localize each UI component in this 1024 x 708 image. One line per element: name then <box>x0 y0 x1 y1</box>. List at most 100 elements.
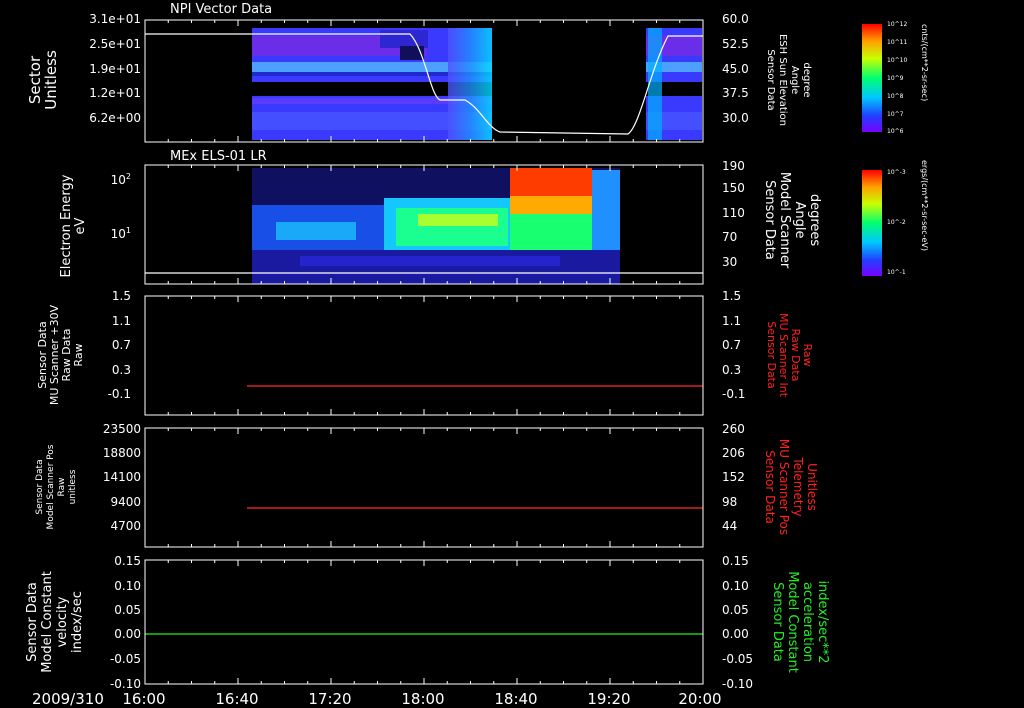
scanner-position-ytick-1: 18800 <box>103 446 141 460</box>
npi-ytick-4: 6.2e+00 <box>89 111 141 125</box>
npi-right-ticks: 60.0 52.5 45.0 37.5 30.0 <box>722 12 749 125</box>
scanner-position-ytick-3: 9400 <box>110 495 141 509</box>
model-constant-y2tick-0: 0.15 <box>722 554 749 568</box>
mu-voltage-ytick-1: 1.1 <box>112 314 131 328</box>
els-spectrogram <box>252 168 620 284</box>
model-constant-ytick-1: 0.10 <box>114 579 141 593</box>
time-tick-0: 16:00 <box>122 690 165 708</box>
els-y2label: Sensor Data Model Scanner Angle degrees <box>762 172 822 269</box>
model-constant-left-ticks: 0.15 0.10 0.05 0.00 -0.05 -0.10 <box>110 554 141 691</box>
npi-y2label-line-0: Sensor Data <box>765 49 776 110</box>
els-y2tick-3: 70 <box>722 230 737 244</box>
els-y2label-line-3: degrees <box>807 194 822 247</box>
time-tick-6: 20:00 <box>678 690 721 708</box>
npi-y2label-line-1: ESH Sun Elevation <box>777 34 788 126</box>
scanner-position-ytick-0: 23500 <box>103 422 141 436</box>
npi-colorbar-name: NF <box>867 16 876 24</box>
els-ylabel-line-1: eV <box>73 217 88 234</box>
axes-frame-scanner-position <box>144 427 704 548</box>
npi-ytick-1: 2.5e+01 <box>89 37 141 51</box>
npi-ytick-0: 3.1e+01 <box>89 12 141 26</box>
els-ytick-1: 101 <box>111 226 131 241</box>
model-constant-right-ticks: 0.15 0.10 0.05 0.00 -0.05 -0.10 <box>722 554 753 691</box>
scanner-position-ytick-2: 14100 <box>103 470 141 484</box>
els-y2tick-2: 110 <box>722 206 745 220</box>
els-colorbar-gradient <box>862 170 882 276</box>
scanner-position-y2tick-4: 44 <box>722 519 737 533</box>
panel-scanner-position: 23500 18800 14100 9400 4700 260 206 152 … <box>35 422 819 548</box>
mu-voltage-ylabel-line-3: Raw <box>72 343 85 366</box>
els-cb-tick-0: 10^-1 <box>887 269 906 276</box>
model-constant-ylabel-line-0: Sensor Data <box>25 582 40 662</box>
panel-model-constant: 0.15 0.10 0.05 0.00 -0.05 -0.10 0.15 0.1… <box>25 554 830 691</box>
npi-colorbar-gradient <box>862 24 882 132</box>
els-ytick-1-exp: 1 <box>126 226 131 235</box>
model-constant-ylabel-line-1: Model Constant <box>40 571 55 673</box>
scanner-position-y2label: Sensor Data MU Scanner Pos Telemetry Uni… <box>763 439 819 535</box>
mu-voltage-y2label-line-2: Raw Data <box>789 329 802 382</box>
model-constant-ylabel: Sensor Data Model Constant velocity inde… <box>25 571 85 673</box>
npi-cb-tick-4: 10^8 <box>887 93 904 100</box>
npi-y2tick-4: 30.0 <box>722 111 749 125</box>
npi-colorbar-units: cnts/(cm**2-sr-sec) <box>920 24 929 101</box>
mu-voltage-ytick-2: 0.7 <box>112 338 131 352</box>
mu-voltage-y2tick-3: 0.3 <box>722 363 741 377</box>
npi-cb-tick-1: 10^11 <box>887 39 907 46</box>
model-constant-y2label-line-0: Sensor Data <box>770 582 785 662</box>
time-tick-3: 18:00 <box>401 690 444 708</box>
time-tick-2: 17:20 <box>308 690 351 708</box>
model-constant-y2tick-2: 0.05 <box>722 603 749 617</box>
model-constant-y2label-line-1: Model Constant <box>785 571 800 673</box>
time-tick-4: 18:40 <box>494 690 537 708</box>
scanner-position-ylabel: Sensor Data Model Scanner Pos Raw unitle… <box>35 444 78 529</box>
npi-cb-tick-0: 10^12 <box>887 21 907 28</box>
scanner-position-y2label-line-1: MU Scanner Pos <box>777 439 791 535</box>
els-ytick-0: 102 <box>111 172 131 187</box>
panel-title-els: MEx ELS-01 LR <box>170 149 267 164</box>
els-ylabel-line-0: Electron Energy <box>59 174 74 277</box>
scanner-position-ylabel-line-1: Model Scanner Pos <box>46 444 56 529</box>
els-cb-tick-2: 10^-3 <box>887 169 906 176</box>
mu-voltage-ytick-3: 0.3 <box>112 363 131 377</box>
time-tick-1: 16:40 <box>215 690 258 708</box>
model-constant-y2tick-1: 0.10 <box>722 579 749 593</box>
scanner-position-y2label-line-0: Sensor Data <box>763 450 777 524</box>
panel-npi: NPI Vector Data 3.1e+01 2.5e+01 1.9e+01 <box>26 2 929 143</box>
scanner-position-y2tick-3: 98 <box>722 495 737 509</box>
els-colorbar-name: DEF <box>864 161 878 169</box>
npi-y2label: Sensor Data ESH Sun Elevation Angle degr… <box>765 34 812 126</box>
npi-y2label-line-2: Angle <box>789 66 800 94</box>
mu-voltage-y2label-line-1: MU Scanner Int <box>777 313 790 398</box>
npi-ylabel: Sector Unitless <box>26 50 60 110</box>
npi-y2tick-1: 52.5 <box>722 37 749 51</box>
mu-voltage-ytick-4: -0.1 <box>108 387 131 401</box>
mu-voltage-y2label: Sensor Data MU Scanner Int Raw Data Raw <box>765 313 814 398</box>
model-constant-y2label-line-3: index/sec**2 <box>815 580 830 663</box>
model-constant-y2label: Sensor Data Model Constant acceleration … <box>770 571 830 673</box>
npi-y2label-line-3: degree <box>801 62 812 97</box>
els-ylabel: Electron Energy eV <box>59 174 88 277</box>
mu-voltage-right-ticks: 1.5 1.1 0.7 0.3 -0.1 <box>722 289 745 401</box>
els-colorbar-units: ergs/(cm**2-sr-sec-eV) <box>920 160 929 251</box>
panel-mu-scanner-voltage: 1.5 1.1 0.7 0.3 -0.1 1.5 1.1 0.7 0.3 -0.… <box>36 289 814 416</box>
npi-y2tick-3: 37.5 <box>722 86 749 100</box>
scanner-position-y2label-line-3: Unitless <box>805 463 819 511</box>
els-colorbar: DEF 10^-1 10^-2 10^-3 ergs/(cm**2-sr-sec… <box>862 160 929 276</box>
npi-ytick-2: 1.9e+01 <box>89 62 141 76</box>
scanner-position-ytick-4: 4700 <box>110 519 141 533</box>
npi-y2tick-2: 45.0 <box>722 62 749 76</box>
npi-colorbar: NF 10^12 10^11 10^10 10^9 10^8 10^7 10^6… <box>862 16 929 135</box>
date-label: 2009/310 <box>32 690 104 708</box>
model-constant-y2tick-3: 0.00 <box>722 627 749 641</box>
npi-ylabel-line-1: Unitless <box>42 50 60 110</box>
mu-voltage-y2label-line-3: Raw <box>801 343 814 366</box>
els-y2label-line-0: Sensor Data <box>762 180 777 260</box>
model-constant-y2label-line-2: acceleration <box>800 582 815 662</box>
panel-title-npi: NPI Vector Data <box>170 2 272 17</box>
mu-voltage-y2tick-1: 1.1 <box>722 314 741 328</box>
scanner-position-ylabel-line-0: Sensor Data <box>35 459 45 514</box>
model-constant-ytick-4: -0.05 <box>110 652 141 666</box>
scanner-position-y2label-line-2: Telemetry <box>791 456 805 516</box>
model-constant-ytick-5: -0.10 <box>110 677 141 691</box>
els-right-ticks: 190 150 110 70 30 <box>722 159 745 269</box>
